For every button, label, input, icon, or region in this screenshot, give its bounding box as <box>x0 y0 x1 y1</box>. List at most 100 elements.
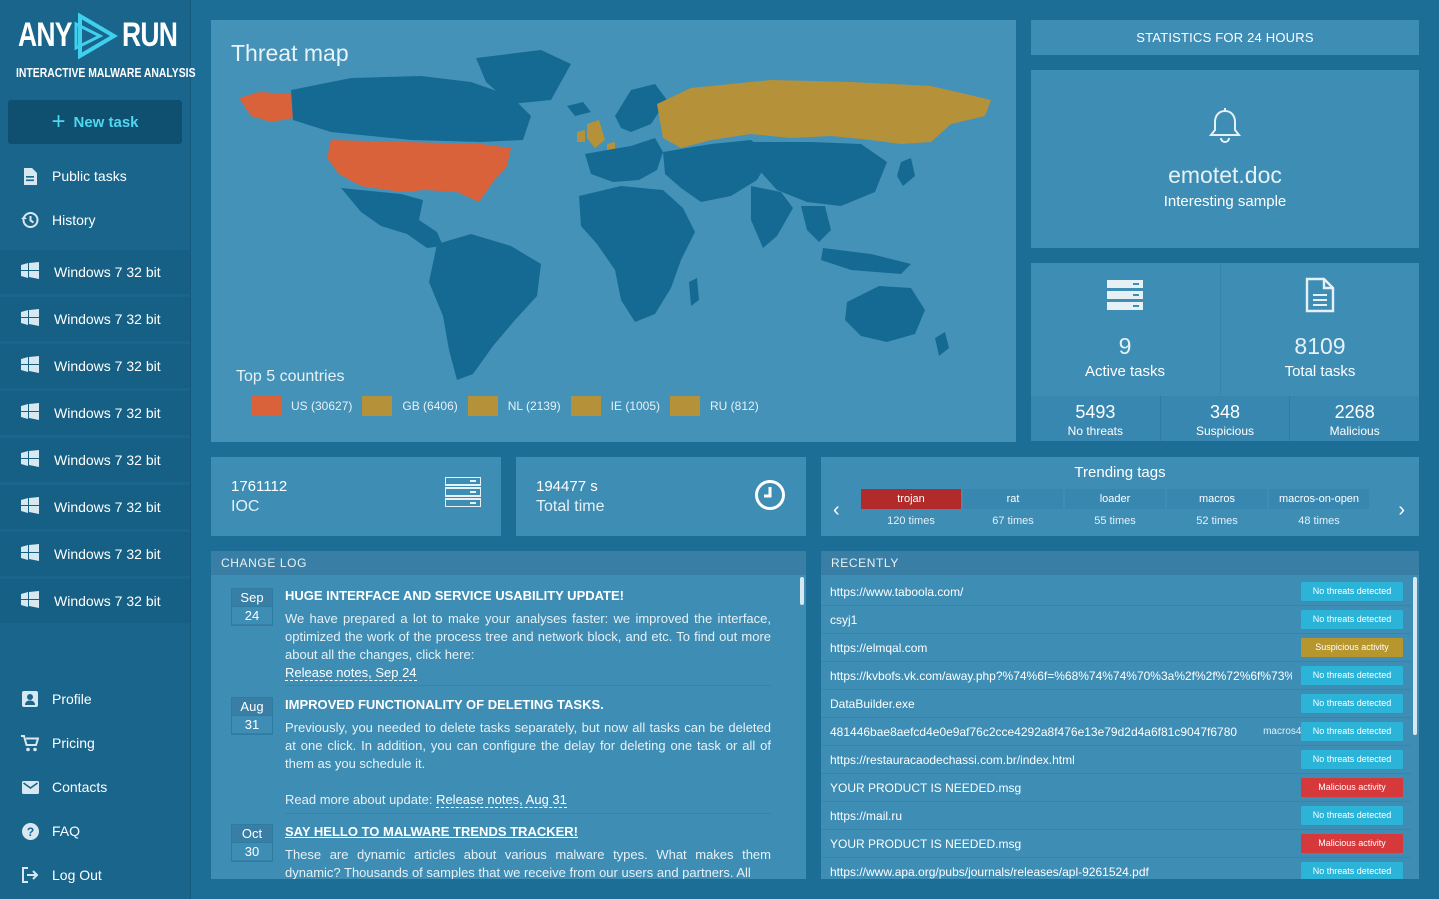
nav-history[interactable]: History <box>0 198 190 242</box>
total-time-card[interactable]: 194477 s Total time <box>516 457 806 536</box>
env-item[interactable]: Windows 7 32 bit <box>0 579 190 623</box>
total-tasks-label: Total tasks <box>1284 363 1356 380</box>
anyrun-logo[interactable]: ANY RUN INTERACTIVE MALWARE ANALYSIS <box>16 12 196 82</box>
trending-tag[interactable]: rat 67 times <box>963 489 1063 527</box>
nav-profile[interactable]: Profile <box>0 677 190 721</box>
logo-word-right: RUN <box>122 16 178 54</box>
recent-row[interactable]: https://elmqal.com Suspicious activity <box>821 635 1411 662</box>
env-item[interactable]: Windows 7 32 bit <box>0 485 190 529</box>
nav-contacts[interactable]: Contacts <box>0 765 190 809</box>
sidebar: ANY RUN INTERACTIVE MALWARE ANALYSIS + N… <box>0 0 196 899</box>
nav-pricing[interactable]: Pricing <box>0 721 190 765</box>
env-item[interactable]: Windows 7 32 bit <box>0 297 190 341</box>
recent-row[interactable]: https://kvbofs.vk.com/away.php?%74%6f=%6… <box>821 663 1411 690</box>
legend-label: US (30627) <box>291 399 353 413</box>
recent-scrollbar[interactable] <box>1413 577 1417 735</box>
env-label: Windows 7 32 bit <box>54 358 161 374</box>
plus-icon: + <box>51 108 66 135</box>
logout-icon <box>20 867 40 883</box>
trending-tag[interactable]: macros-on-open 48 times <box>1269 489 1369 527</box>
env-item[interactable]: Windows 7 32 bit <box>0 344 190 388</box>
active-tasks[interactable]: 9 Active tasks <box>1031 263 1219 395</box>
legend-label: IE (1005) <box>610 399 661 413</box>
svg-text:?: ? <box>26 825 33 839</box>
nav-label: Public tasks <box>52 168 127 184</box>
env-label: Windows 7 32 bit <box>54 264 161 280</box>
recent-row[interactable]: csyj1 No threats detected <box>821 607 1411 634</box>
trending-tag[interactable]: macros 52 times <box>1167 489 1267 527</box>
trending-tags-panel: Trending tags ‹ trojan 120 times rat 67 ti… <box>821 457 1419 536</box>
windows-icon <box>20 356 42 376</box>
windows-env-list: Windows 7 32 bit Windows 7 32 bit Window… <box>0 250 190 626</box>
bell-icon <box>1208 108 1242 144</box>
env-item[interactable]: Windows 7 32 bit <box>0 391 190 435</box>
chevron-left-icon[interactable]: ‹ <box>833 499 840 522</box>
windows-icon <box>20 450 42 470</box>
status-badge: No threats detected <box>1301 806 1403 825</box>
recent-row[interactable]: YOUR PRODUCT IS NEEDED.msg Malicious acti… <box>821 831 1411 858</box>
env-label: Windows 7 32 bit <box>54 452 161 468</box>
total-time-label: Total time <box>536 498 605 515</box>
task-name: csyj1 <box>830 613 858 627</box>
recent-row[interactable]: https://www.apa.org/pubs/journals/releas… <box>821 859 1411 879</box>
recent-row[interactable]: https://mail.ru No threats detected <box>821 803 1411 830</box>
nav-public-tasks[interactable]: Public tasks <box>0 154 190 198</box>
new-task-button[interactable]: + New task <box>8 100 182 144</box>
release-notes-link[interactable]: Release notes, Sep 24 <box>285 665 417 681</box>
clock-icon <box>755 480 785 510</box>
env-label: Windows 7 32 bit <box>54 546 161 562</box>
task-name: YOUR PRODUCT IS NEEDED.msg <box>830 781 1022 795</box>
malicious-stat[interactable]: 2268 Malicious <box>1290 396 1419 441</box>
total-tasks[interactable]: 8109 Total tasks <box>1221 263 1419 395</box>
changelog-heading: IMPROVED FUNCTIONALITY OF DELETING TASKS… <box>285 697 604 712</box>
active-tasks-label: Active tasks <box>1084 363 1166 380</box>
interesting-sample-card[interactable]: emotet.doc Interesting sample <box>1031 70 1419 248</box>
nav-label: Profile <box>52 691 92 707</box>
recent-row[interactable]: https://www.taboola.com/No threats detec… <box>821 579 1411 606</box>
malicious-count: 2268 <box>1334 402 1375 422</box>
task-name: https://elmqal.com <box>830 641 928 655</box>
country-legend: US (30627) GB (6406) NL (2139) IE (1005)… <box>251 396 769 416</box>
chevron-right-icon[interactable]: › <box>1398 499 1405 522</box>
logo-word-left: ANY <box>18 16 72 54</box>
server-icon <box>1107 280 1143 310</box>
threat-map-panel: Threat map Top 5 countries US (30627) GB… <box>211 20 1016 442</box>
legend-label: RU (812) <box>710 399 759 413</box>
suspicious-stat[interactable]: 348 Suspicious <box>1161 396 1291 441</box>
ioc-card[interactable]: 1761112 IOC <box>211 457 501 536</box>
server-icon <box>445 477 481 507</box>
recent-row[interactable]: 481446bae8aefcd4e0e9af76c2cce4292a8f476e… <box>821 719 1411 746</box>
recent-row[interactable]: YOUR PRODUCT IS NEEDED.msg Malicious acti… <box>821 775 1411 802</box>
nav-label: Log Out <box>52 867 102 883</box>
nav-faq[interactable]: ? FAQ <box>0 809 190 853</box>
tag-name: trojan <box>861 489 961 509</box>
recent-row[interactable]: https://restauracaodechassi.com.br/index… <box>821 747 1411 774</box>
task-name: YOUR PRODUCT IS NEEDED.msg <box>830 837 1022 851</box>
legend-swatch <box>570 396 601 416</box>
ioc-count: 1761112 <box>231 478 288 495</box>
release-notes-link[interactable]: Release notes, Aug 31 <box>436 792 567 808</box>
divider <box>285 813 771 814</box>
recent-row[interactable]: DataBuilder.exe No threats detected <box>821 691 1411 718</box>
date-badge: Oct 30 <box>231 824 273 862</box>
env-item[interactable]: Windows 7 32 bit <box>0 250 190 294</box>
recent-tasks-panel: RECENTLY https://www.taboola.com/No thre… <box>821 551 1419 879</box>
windows-icon <box>20 544 42 564</box>
total-time-value: 194477 s <box>536 478 598 495</box>
status-badge: No threats detected <box>1301 750 1403 769</box>
nav-logout[interactable]: Log Out <box>0 853 190 897</box>
legend-label: NL (2139) <box>507 399 561 413</box>
changelog-scrollbar[interactable] <box>800 577 804 605</box>
date-day: 31 <box>232 715 272 733</box>
env-item[interactable]: Windows 7 32 bit <box>0 532 190 576</box>
trending-tag[interactable]: loader 55 times <box>1065 489 1165 527</box>
no-threats-stat[interactable]: 5493 No threats <box>1031 396 1161 441</box>
legend-swatch <box>670 396 701 416</box>
env-label: Windows 7 32 bit <box>54 593 161 609</box>
trending-tag[interactable]: trojan 120 times <box>861 489 961 527</box>
sample-name: emotet.doc <box>1168 162 1282 188</box>
env-item[interactable]: Windows 7 32 bit <box>0 438 190 482</box>
changelog-heading[interactable]: SAY HELLO TO MALWARE TRENDS TRACKER! <box>285 824 578 839</box>
legend-swatch <box>467 396 498 416</box>
total-tasks-count: 8109 <box>1294 333 1346 359</box>
